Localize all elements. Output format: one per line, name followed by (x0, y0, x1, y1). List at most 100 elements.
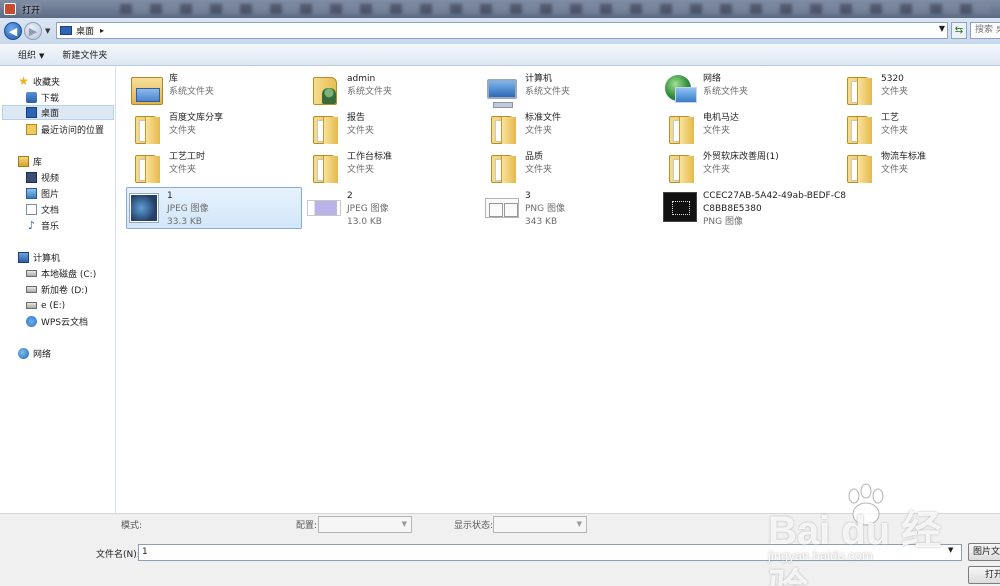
sidebar-item-label: 收藏夹 (33, 78, 61, 88)
address-path-box[interactable]: 桌面 ▸ ▼ (56, 22, 948, 39)
file-size: 13.0 KB (347, 217, 382, 227)
new-folder-button[interactable]: 新建文件夹 (62, 48, 107, 61)
hard-drive-icon (26, 286, 37, 293)
file-type: 文件夹 (525, 165, 553, 175)
file-name: 工艺工时 (169, 152, 206, 162)
list-item[interactable]: CCEC27AB-5A42-49ab-BEDF-C8 C8BB8E5380 PNG … (663, 188, 863, 227)
file-type: 系统文件夹 (703, 87, 749, 97)
sidebar-item-label: WPS云文档 (41, 318, 89, 328)
file-type: 文件夹 (703, 126, 731, 136)
network-icon (18, 348, 29, 359)
file-type: 系统文件夹 (525, 87, 571, 97)
file-size: 343 KB (525, 217, 558, 227)
back-button[interactable]: ◀ (4, 22, 22, 40)
image-thumbnail (307, 190, 341, 224)
forward-button[interactable]: ▶ (24, 22, 42, 40)
open-button[interactable]: 打开 (968, 566, 1000, 584)
user-folder-icon (307, 73, 341, 107)
download-icon (26, 92, 37, 103)
file-name-line-2: C8BB8E5380 (703, 204, 762, 214)
list-item[interactable]: 外贸软床改善周(1) 文件夹 (663, 149, 833, 187)
sidebar-item-pictures[interactable]: 图片 (26, 186, 59, 201)
image-thumbnail (127, 190, 161, 224)
file-name: 品质 (525, 152, 544, 162)
sidebar-item-wps-cloud[interactable]: WPS云文档 (26, 314, 88, 329)
folder-icon (663, 112, 697, 146)
desktop-icon (26, 107, 37, 118)
list-item[interactable]: 电机马达 文件夹 (663, 110, 833, 148)
search-input[interactable]: 搜索 桌面 (970, 22, 1000, 39)
file-type: 文件夹 (169, 165, 197, 175)
file-name: 2 (347, 191, 353, 201)
filename-dropdown-icon[interactable]: ▼ (948, 546, 953, 554)
file-name: CCEC27AB-5A42-49ab-BEDF-C8 (703, 191, 846, 201)
list-item[interactable]: 工艺工时 文件夹 (129, 149, 299, 187)
sidebar-item-drive-d[interactable]: 新加卷 (D:) (26, 282, 88, 297)
sidebar-item-favorites[interactable]: ★ 收藏夹 (18, 74, 60, 89)
filetype-select[interactable]: 图片文件 (968, 543, 1000, 561)
file-name: 库 (169, 74, 179, 84)
folder-icon (307, 112, 341, 146)
list-item-selected[interactable]: 1 JPEG 图像 33.3 KB (126, 187, 302, 229)
sidebar-item-network[interactable]: 网络 (18, 346, 51, 361)
folder-icon (129, 151, 163, 185)
folder-icon (485, 151, 519, 185)
list-item[interactable]: 报告 文件夹 (307, 110, 477, 148)
folder-icon (663, 151, 697, 185)
file-name: 百度文库分享 (169, 113, 224, 123)
music-note-icon: ♪ (27, 219, 36, 232)
config-select[interactable]: ▼ (318, 516, 412, 533)
sidebar-item-downloads[interactable]: 下载 (26, 90, 59, 105)
folder-icon (841, 112, 875, 146)
display-state-select[interactable]: ▼ (493, 516, 587, 533)
sidebar-item-label: 视频 (41, 174, 60, 184)
file-name: 标准文件 (525, 113, 562, 123)
filename-input[interactable]: 1 (138, 544, 962, 561)
sidebar-item-music[interactable]: ♪ 音乐 (26, 218, 59, 233)
sidebar-item-label: 桌面 (41, 109, 60, 119)
sidebar-item-documents[interactable]: 文档 (26, 202, 59, 217)
list-item[interactable]: 3 PNG 图像 343 KB (485, 188, 655, 227)
list-item[interactable]: 库系统文件夹 (129, 71, 299, 109)
list-item[interactable]: 品质 文件夹 (485, 149, 655, 187)
address-bar: ◀ ▶ ▼ 桌面 ▸ ▼ ⇆ 搜索 桌面 (0, 18, 1000, 44)
network-icon (663, 73, 697, 107)
list-item[interactable]: 标准文件 文件夹 (485, 110, 655, 148)
folder-icon (129, 112, 163, 146)
breadcrumb-desktop[interactable]: 桌面 (76, 24, 94, 37)
sidebar-item-computer[interactable]: 计算机 (18, 250, 60, 265)
organize-button[interactable]: 组织 ▼ (18, 48, 44, 61)
list-item[interactable]: 物流车标准 文件夹 (841, 149, 991, 187)
folder-icon (841, 151, 875, 185)
blurred-background-taskbar (120, 4, 990, 14)
file-name: 电机马达 (703, 113, 740, 123)
sidebar-item-drive-c[interactable]: 本地磁盘 (C:) (26, 266, 96, 281)
folder-icon (307, 151, 341, 185)
file-name: 5320 (881, 74, 904, 84)
sidebar-item-label: 计算机 (33, 254, 61, 264)
address-dropdown-icon[interactable]: ▼ (939, 24, 945, 33)
list-item[interactable]: 计算机 系统文件夹 (485, 71, 655, 109)
sidebar-item-desktop[interactable]: 桌面 (2, 105, 114, 120)
refresh-button[interactable]: ⇆ (951, 22, 967, 39)
file-type: 文件夹 (347, 126, 375, 136)
file-name: 工艺 (881, 113, 900, 123)
sidebar-item-videos[interactable]: 视频 (26, 170, 59, 185)
list-item[interactable]: 网络 系统文件夹 (663, 71, 833, 109)
list-item[interactable]: 工作台标准 文件夹 (307, 149, 477, 187)
list-item[interactable]: admin 系统文件夹 (307, 71, 477, 109)
history-dropdown-icon[interactable]: ▼ (45, 27, 50, 35)
sidebar-item-recent[interactable]: 最近访问的位置 (26, 122, 104, 137)
sidebar-item-libraries[interactable]: 库 (18, 154, 42, 169)
display-state-label: 显示状态: (454, 521, 494, 531)
navigation-pane: ★ 收藏夹 下载 桌面 最近访问的位置 库 视频 图片 文档 ♪ 音乐 计算机 本地… (0, 67, 116, 513)
sidebar-item-drive-e[interactable]: e (E:) (26, 298, 65, 313)
breadcrumb-chevron-icon[interactable]: ▸ (100, 26, 104, 35)
computer-icon (18, 252, 29, 263)
list-item[interactable]: 百度文库分享 文件夹 (129, 110, 299, 148)
list-item[interactable]: 2 JPEG 图像 13.0 KB (307, 188, 477, 227)
sidebar-item-label: 网络 (33, 350, 52, 360)
list-item[interactable]: 5320 文件夹 (841, 71, 991, 109)
file-type: 系统文件夹 (169, 87, 215, 97)
list-item[interactable]: 工艺 文件夹 (841, 110, 991, 148)
